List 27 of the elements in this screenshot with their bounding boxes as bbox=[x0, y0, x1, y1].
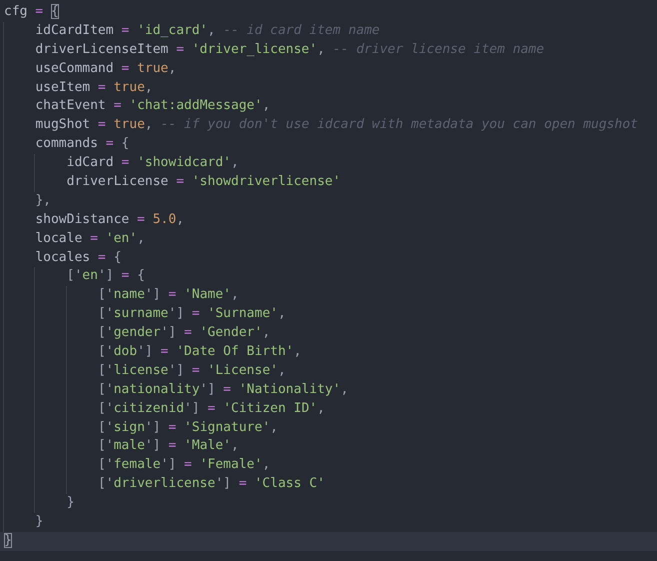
code-line: ['female'] = 'Female', bbox=[0, 456, 657, 476]
code-line: ['name'] = 'Name', bbox=[0, 286, 657, 306]
code-line: ['nationality'] = 'Nationality', bbox=[0, 380, 657, 400]
code-line: ['surname'] = 'Surname', bbox=[0, 305, 657, 324]
code-line: ['sign'] = 'Signature', bbox=[0, 418, 657, 438]
code-line: idCard = 'showidcard', bbox=[0, 154, 657, 174]
code-line: ['male'] = 'Male', bbox=[0, 437, 657, 456]
code-line: useItem = true, bbox=[0, 78, 657, 98]
code-line: ['driverlicense'] = 'Class C' bbox=[0, 475, 657, 494]
code-line: }, bbox=[0, 192, 657, 211]
code-line: locale = 'en', bbox=[0, 230, 657, 249]
code-line: idCardItem = 'id_card', -- id card item name bbox=[0, 22, 657, 41]
code-line: cfg = { bbox=[3, 3, 60, 21]
code-line: useCommand = true, bbox=[0, 60, 657, 79]
code-line: showDistance = 5.0, bbox=[0, 210, 657, 230]
code-line: driverLicense = 'showdriverlicense' bbox=[0, 173, 657, 192]
code-line: locales = { bbox=[0, 248, 657, 268]
code-line: mugShot = true, -- if you don't use idcard with metadata you can open mugshot bbox=[0, 116, 657, 136]
code-line: ['en'] = { bbox=[0, 267, 657, 286]
code-line: ['citizenid'] = 'Citizen ID', bbox=[0, 400, 657, 419]
code-line: } bbox=[0, 494, 657, 514]
code-line: ['gender'] = 'Gender', bbox=[0, 324, 657, 344]
code-line: driverLicenseItem = 'driver_license', -- driver license item name bbox=[0, 40, 657, 60]
code-line: ['license'] = 'License', bbox=[0, 362, 657, 381]
code-line: ['dob'] = 'Date Of Birth', bbox=[0, 343, 657, 362]
code-line: chatEvent = 'chat:addMessage', bbox=[0, 97, 657, 116]
code-line: commands = { bbox=[0, 135, 657, 154]
